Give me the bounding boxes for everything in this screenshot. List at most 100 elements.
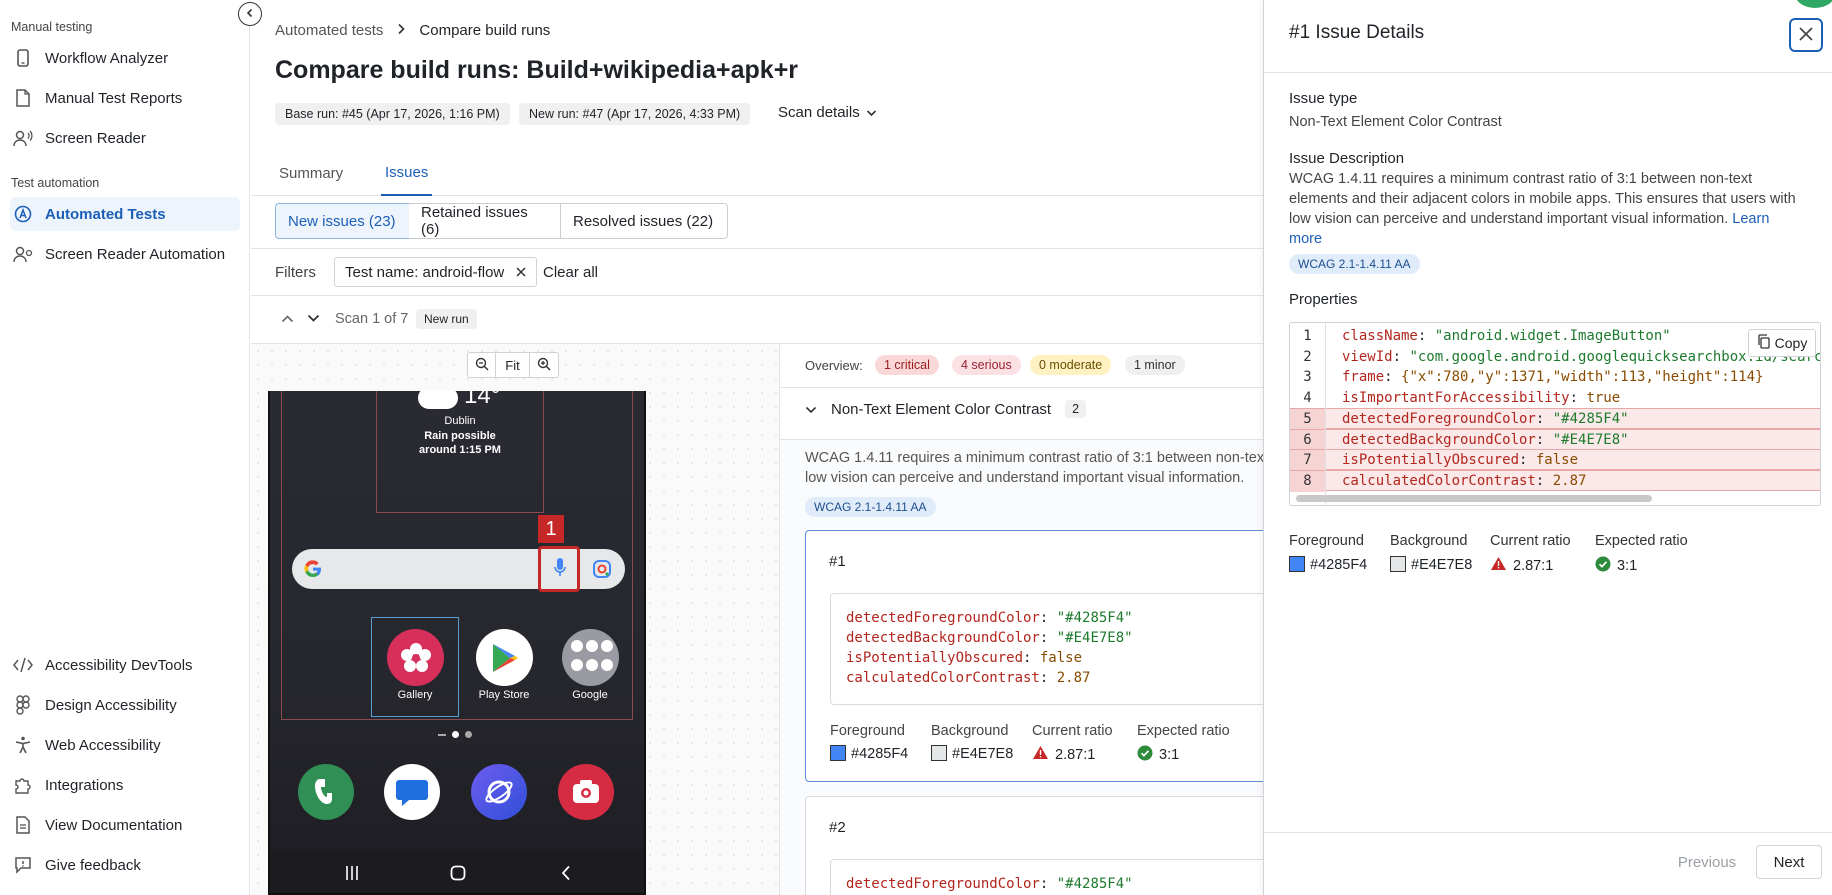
tab-summary[interactable]: Summary [275,150,347,196]
tab-bar: Summary Issues [251,150,1263,196]
copy-button[interactable]: Copy [1748,329,1816,357]
chevron-down-icon[interactable] [307,310,320,326]
sidebar-item-give-feedback[interactable]: Give feedback [10,848,240,882]
sidebar-item-automated-tests[interactable]: Automated Tests [10,197,240,231]
device-screenshot: 14° Dublin Rain possible around 1:15 PM … [268,391,646,895]
panel-header: #1 Issue Details [1264,0,1832,73]
weather-temperature: 14° [464,391,501,409]
current-ratio-value: 2.87:1 [1032,745,1095,764]
segment-retained-issues[interactable]: Retained issues (6) [409,203,561,239]
sidebar-item-accessibility-devtools[interactable]: Accessibility DevTools [10,648,240,682]
sidebar-item-label: Integrations [45,776,124,794]
zoom-fit-button[interactable]: Fit [496,353,530,377]
issue-group-header[interactable]: Non-Text Element Color Contrast 2 [805,400,1087,418]
segment-new-issues[interactable]: New issues (23) [275,203,410,239]
next-button[interactable]: Next [1756,845,1822,879]
property-value: false [1535,452,1579,468]
header-background: Background [1390,533,1468,549]
collapse-sidebar-button[interactable] [238,2,262,26]
section-manual-testing: Manual testing [11,20,93,34]
phone-icon [13,48,33,68]
issue-group-desc-line-1: WCAG 1.4.11 requires a minimum contrast … [805,450,1263,466]
previous-button[interactable]: Previous [1667,845,1747,879]
zoom-in-icon [537,357,551,374]
severity-serious-badge: 4 serious [952,355,1021,375]
scan-details-dropdown[interactable]: Scan details [778,104,877,121]
issue-card-id: #1 [829,553,846,570]
sidebar-item-web-accessibility[interactable]: Web Accessibility [10,728,240,762]
property-value: true [1586,389,1621,406]
panel-title: #1 Issue Details [1289,22,1425,43]
check-circle-icon [1137,745,1153,765]
play-store-app-icon [476,629,533,686]
sidebar-item-label: Web Accessibility [45,736,161,754]
issue-card-2[interactable]: #2 detectedForegroundColor: "#4285F4" [805,796,1263,895]
background-value: #E4E7E8 [1390,556,1472,573]
google-folder-icon [562,629,619,686]
zoom-out-icon [475,357,489,374]
breadcrumb-link-automated-tests[interactable]: Automated tests [275,22,383,39]
header-expected-ratio: Expected ratio [1595,533,1688,549]
zoom-in-button[interactable] [530,353,558,377]
main-content: Automated tests Compare build runs Compa… [251,0,1263,895]
recents-icon [344,865,360,884]
learn-more-link[interactable]: Learn [1732,211,1769,227]
property-value: "#E4E7E8" [1552,431,1629,448]
sidebar-item-design-accessibility[interactable]: Design Accessibility [10,688,240,722]
issues-list: Overview: 1 critical 4 serious 0 moderat… [780,344,1263,895]
issue-group-count: 2 [1065,400,1087,418]
issue-card-id: #2 [829,819,846,836]
weather-icon [418,391,458,409]
sidebar-item-label: Manual Test Reports [45,89,183,107]
segment-resolved-issues[interactable]: Resolved issues (22) [561,203,728,239]
sidebar-item-integrations[interactable]: Integrations [10,768,240,802]
wcag-tag: WCAG 2.1-1.4.11 AA [1289,254,1420,274]
chevron-down-icon [805,401,817,418]
internet-app-icon [471,764,527,820]
sidebar-item-view-documentation[interactable]: View Documentation [10,808,240,842]
breadcrumb: Automated tests Compare build runs [275,22,550,39]
wcag-tag: WCAG 2.1-1.4.11 AA [805,497,936,517]
sidebar-item-screen-reader[interactable]: Screen Reader [10,121,240,155]
issue-card-1[interactable]: #1 detectedForegroundColor: "#4285F4" de… [805,530,1263,782]
chevron-up-icon[interactable] [281,310,294,326]
property-line: 6 detectedBackgroundColor: "#E4E7E8" [1290,428,1820,451]
copy-icon [1757,333,1771,353]
weather-line-1: Rain possible [424,430,496,442]
tab-issues[interactable]: Issues [381,150,433,196]
close-panel-button[interactable] [1789,18,1823,52]
screen-reader-icon [13,128,33,148]
learn-more-link-continued[interactable]: more [1289,231,1322,247]
code-line: calculatedColorContrast: 2.87 [846,670,1091,686]
severity-minor-badge: 1 minor [1125,355,1185,375]
sidebar: Manual testing Workflow Analyzer Manual … [0,0,250,895]
issue-type-value: Non-Text Element Color Contrast [1289,114,1502,130]
zoom-out-button[interactable] [468,353,496,377]
close-icon [1798,26,1814,45]
sidebar-item-workflow-analyzer[interactable]: Workflow Analyzer [10,41,240,75]
horizontal-scrollbar[interactable] [1296,495,1652,502]
issue-description-line-2: elements and their adjacent colors in mo… [1289,191,1796,207]
weather-city: Dublin [444,415,476,427]
google-logo-icon [302,558,324,580]
header-current-ratio: Current ratio [1490,533,1571,549]
clear-all-button[interactable]: Clear all [543,264,598,281]
scan-details-label: Scan details [778,104,860,121]
property-value: "#4285F4" [1552,411,1629,427]
sidebar-item-label: Screen Reader [45,129,146,147]
header-background: Background [931,723,1009,739]
property-line: 3 frame: {"x":780,"y":1371,"width":113,"h… [1290,367,1820,388]
panel-footer: Previous Next [1264,832,1832,895]
properties-editor[interactable]: 1 className: "android.widget.ImageButton"… [1289,322,1821,506]
page-title: Compare build runs: Build+wikipedia+apk+… [275,56,799,84]
issue-group-desc-line-2: low vision can perceive and understand i… [805,470,1245,486]
sidebar-item-manual-test-reports[interactable]: Manual Test Reports [10,81,240,115]
close-icon[interactable] [516,264,526,281]
sidebar-item-screen-reader-automation[interactable]: Screen Reader Automation [10,237,240,271]
home-icon [450,865,466,884]
section-test-automation: Test automation [11,176,100,190]
microphone-icon [553,557,567,582]
accessibility-icon [13,735,33,755]
new-run-chip: New run: #47 (Apr 17, 2026, 4:33 PM) [519,103,751,125]
foreground-value: #4285F4 [830,745,908,762]
